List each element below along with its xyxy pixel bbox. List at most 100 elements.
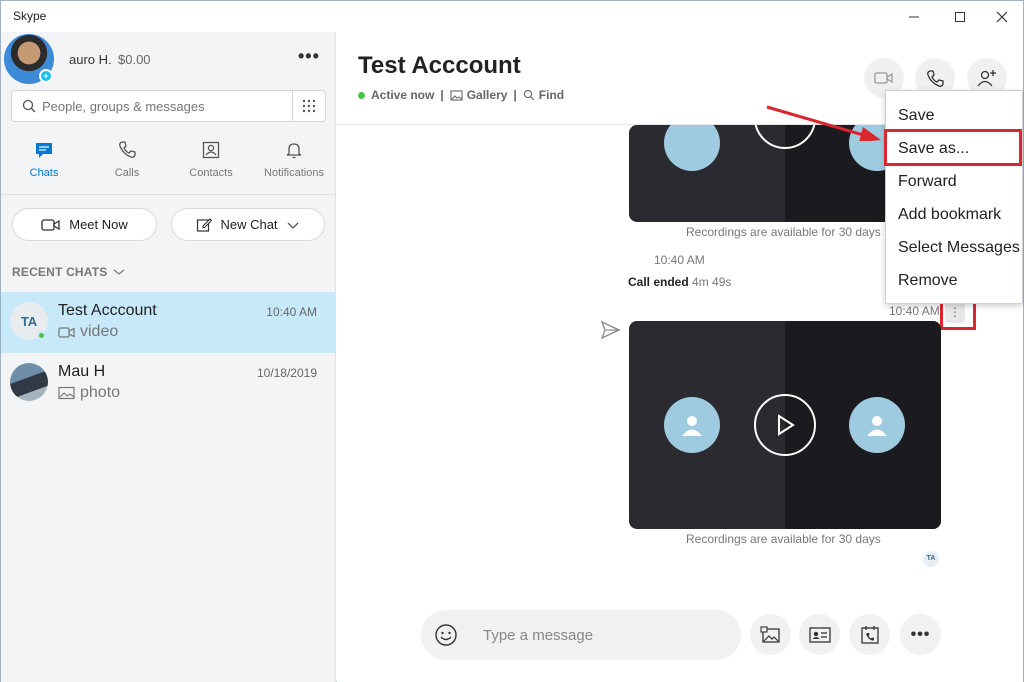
context-menu: Save Save as... Forward Add bookmark Sel… [885, 90, 1023, 304]
chat-list-item[interactable]: TA Test Acccount video 10:40 AM [1, 292, 336, 353]
new-chat-icon [197, 217, 213, 232]
call-ended-message: Call ended 4m 49s [628, 275, 731, 289]
chat-name: Mau H [58, 363, 106, 380]
play-button[interactable] [754, 394, 816, 456]
menu-item-select-messages[interactable]: Select Messages [898, 239, 1020, 257]
online-status-icon [37, 331, 46, 340]
add-status-icon[interactable]: + [39, 69, 53, 83]
share-contact-button[interactable] [799, 614, 840, 655]
message-input[interactable] [483, 610, 723, 660]
sent-icon [601, 321, 621, 339]
nav-contacts[interactable]: Contacts [169, 140, 253, 179]
recent-chats-label: RECENT CHATS [12, 265, 108, 279]
chat-name: Test Acccount [58, 302, 157, 319]
chat-preview-text: photo [80, 384, 121, 401]
nav-chats-label: Chats [29, 167, 59, 179]
read-receipt-avatar: TA [923, 551, 939, 567]
divider [1, 194, 336, 195]
recording-note: Recordings are available for 30 days [686, 225, 881, 239]
nav-notifications-label: Notifications [264, 167, 324, 179]
title-bar: Skype [1, 1, 1023, 32]
dialpad-button[interactable] [292, 91, 325, 121]
close-icon [996, 11, 1008, 22]
meet-now-label: Meet Now [69, 217, 128, 232]
search-icon [22, 99, 36, 113]
video-icon [58, 326, 75, 338]
conversation-title[interactable]: Test Acccount [358, 52, 521, 80]
chat-time: 10:40 AM [266, 305, 317, 319]
find-label: Find [538, 88, 565, 102]
more-options-icon[interactable]: ••• [298, 46, 320, 67]
message-time: 10:40 AM [654, 253, 705, 267]
more-options-icon: ••• [910, 625, 931, 643]
nav-calls-label: Calls [114, 167, 140, 179]
more-composer-options-button[interactable]: ••• [900, 614, 941, 655]
recording-note: Recordings are available for 30 days [686, 532, 881, 546]
menu-item-forward[interactable]: Forward [898, 173, 957, 191]
minimize-icon [909, 16, 919, 17]
gallery-label: Gallery [466, 88, 508, 102]
message-time: 10:40 AM [889, 304, 940, 318]
message-composer [421, 610, 741, 660]
chat-preview-text: video [80, 323, 119, 340]
separator: | [513, 88, 517, 102]
maximize-button[interactable] [937, 1, 983, 32]
nav-notifications[interactable]: Notifications [252, 140, 336, 179]
gallery-icon [450, 89, 463, 101]
photo-icon [58, 386, 75, 400]
annotation-arrow-icon [766, 105, 881, 141]
separator: | [440, 88, 444, 102]
add-files-button[interactable] [750, 614, 791, 655]
gallery-link[interactable]: Gallery [450, 88, 508, 102]
chat-list-item[interactable]: Mau H photo 10/18/2019 [1, 353, 336, 414]
nav-calls[interactable]: Calls [85, 140, 169, 179]
dialpad-icon [302, 99, 316, 113]
video-recording-card[interactable] [629, 321, 941, 529]
skype-window: Skype + auro H. $0.00 ••• People, groups… [0, 0, 1024, 682]
play-icon [778, 414, 795, 436]
schedule-call-icon [860, 625, 879, 644]
participant-avatar-icon [664, 397, 720, 453]
menu-item-add-bookmark[interactable]: Add bookmark [898, 206, 1001, 224]
search-icon [523, 89, 535, 101]
chat-icon [36, 143, 52, 158]
window-title: Skype [13, 9, 47, 23]
nav-contacts-label: Contacts [189, 167, 233, 179]
profile-name[interactable]: auro H. [69, 52, 112, 67]
contact-card-icon [808, 626, 831, 643]
participant-avatar-icon [664, 125, 720, 171]
highlight-box [884, 129, 1022, 166]
maximize-icon [955, 11, 965, 22]
online-status-icon [358, 91, 365, 99]
menu-item-remove[interactable]: Remove [898, 272, 958, 290]
chevron-down-icon [113, 269, 125, 275]
sidebar: + auro H. $0.00 ••• Chats Calls [1, 32, 336, 682]
find-link[interactable]: Find [523, 88, 564, 102]
image-files-icon [759, 625, 780, 643]
emoji-icon[interactable] [434, 623, 458, 647]
meet-now-icon [41, 218, 60, 231]
nav-chats[interactable]: Chats [2, 140, 86, 179]
call-duration: 4m 49s [692, 275, 732, 289]
chat-time: 10/18/2019 [256, 366, 317, 380]
status-text: Active now [371, 88, 435, 102]
participant-avatar-icon [849, 397, 905, 453]
new-chat-label: New Chat [220, 217, 278, 232]
menu-item-save[interactable]: Save [898, 107, 934, 125]
phone-icon [927, 70, 944, 87]
chat-preview: photo [58, 384, 120, 402]
new-chat-button[interactable]: New Chat [171, 208, 325, 241]
search-input[interactable] [42, 91, 292, 121]
recent-chats-header[interactable]: RECENT CHATS [12, 265, 125, 279]
bell-icon [286, 143, 302, 159]
skype-credit[interactable]: $0.00 [118, 52, 151, 67]
video-call-icon [874, 72, 893, 84]
avatar [10, 363, 48, 401]
chevron-down-icon[interactable] [286, 220, 300, 230]
minimize-button[interactable] [891, 1, 937, 32]
meet-now-button[interactable]: Meet Now [12, 208, 157, 241]
close-button[interactable] [979, 1, 1024, 32]
schedule-call-button[interactable] [849, 614, 890, 655]
conversation-meta: Active now | Gallery | Find [358, 88, 564, 102]
add-person-icon [977, 70, 996, 87]
